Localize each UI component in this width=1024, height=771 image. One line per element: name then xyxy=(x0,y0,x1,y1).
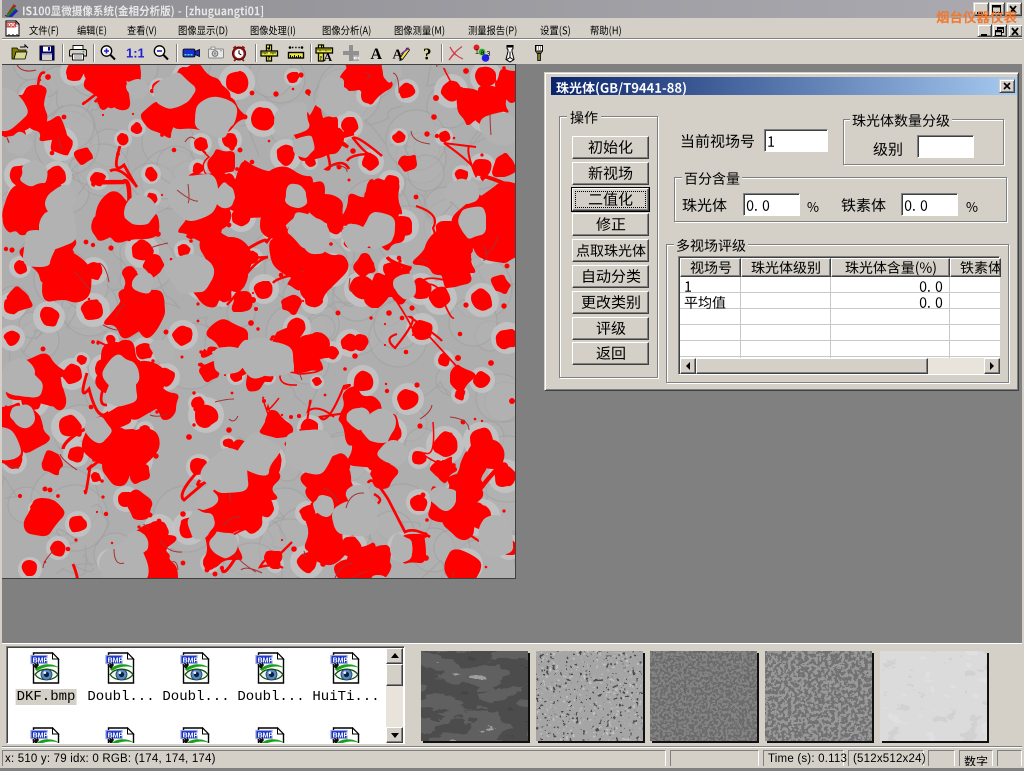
svg-text:?: ? xyxy=(423,45,432,64)
svg-text:3: 3 xyxy=(487,51,491,58)
svg-text:1: 1 xyxy=(475,49,479,56)
svg-text:1:1: 1:1 xyxy=(126,46,144,61)
svg-text:DOC: DOC xyxy=(8,22,19,27)
svg-text:A: A xyxy=(371,46,383,63)
svg-text:a: a xyxy=(481,50,485,57)
svg-text:A: A xyxy=(324,50,333,63)
